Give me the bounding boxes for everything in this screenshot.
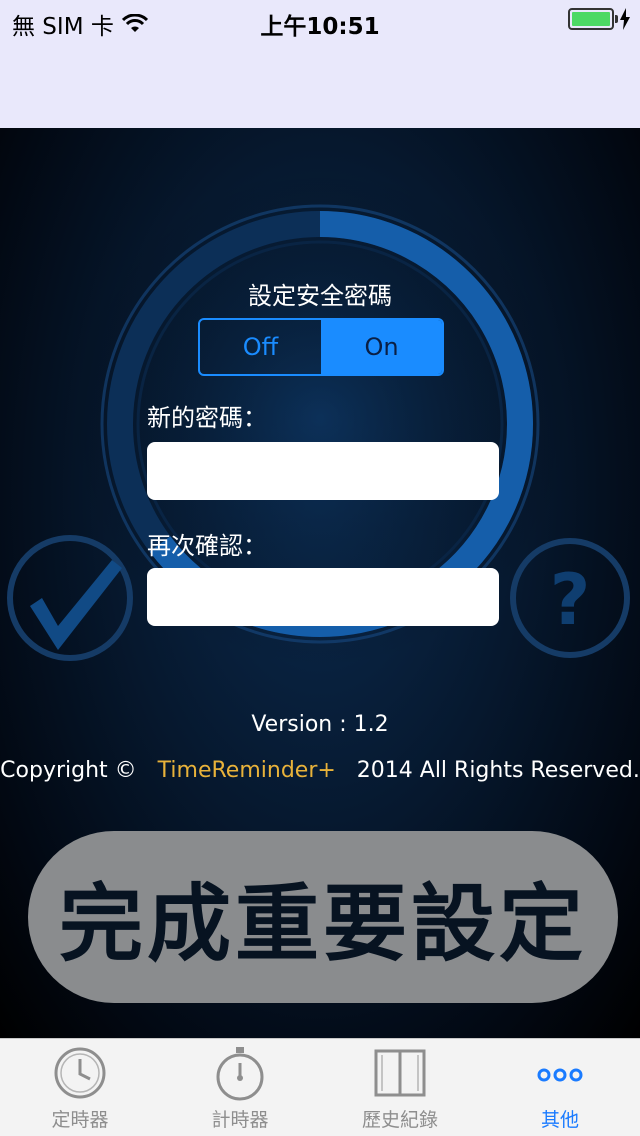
toggle-on-option[interactable]: On [321,320,442,374]
tab-more-label: 其他 [540,1109,579,1131]
confirm-password-label: 再次確認： [147,532,267,560]
tab-timer-label: 定時器 [51,1109,109,1131]
security-password-title: 設定安全密碼 [248,282,392,310]
confirm-password-field[interactable] [147,568,499,626]
help-circle-icon: ? [510,538,630,658]
checkmark-circle-icon [7,535,133,661]
tab-stopwatch[interactable]: 計時器 [160,1039,320,1136]
new-password-field[interactable] [147,442,499,500]
charging-bolt-icon [620,8,630,30]
book-icon [374,1049,426,1097]
status-time: 上午10:51 [260,14,380,40]
tab-history[interactable]: 歷史紀錄 [320,1039,480,1136]
clock-icon [54,1047,106,1099]
tab-stopwatch-label: 計時器 [211,1109,269,1131]
copyright-suffix: 2014 All Rights Reserved. [356,758,640,783]
complete-settings-button[interactable]: 完成重要設定 [28,831,618,1003]
status-bar: 無 SIM 卡 上午10:51 [0,0,640,40]
toggle-off-option[interactable]: Off [200,320,321,374]
tab-history-label: 歷史紀錄 [361,1109,438,1131]
more-dots-icon [537,1068,583,1082]
password-toggle[interactable]: Off On [198,318,444,376]
svg-text:?: ? [550,559,591,641]
copyright-text: Copyright © TimeReminder+ 2014 All Right… [0,758,640,783]
battery-icon [568,8,618,30]
tab-more[interactable]: 其他 [480,1039,640,1136]
battery-level [572,12,610,26]
main-content: ? 設定安全密碼 Off On 新的密碼： 再次確認： Version : 1.… [0,128,640,1038]
new-password-label: 新的密碼： [147,404,267,432]
tab-bar: 定時器 計時器 歷史紀錄 其他 [0,1038,640,1136]
brand-name: TimeReminder+ [157,758,336,783]
copyright-prefix: Copyright © [0,758,137,783]
tab-timer[interactable]: 定時器 [0,1039,160,1136]
nav-bar [0,40,640,128]
status-right [568,8,630,30]
version-text: Version : 1.2 [251,712,389,737]
battery-tip [615,15,618,23]
stopwatch-icon [216,1047,264,1101]
